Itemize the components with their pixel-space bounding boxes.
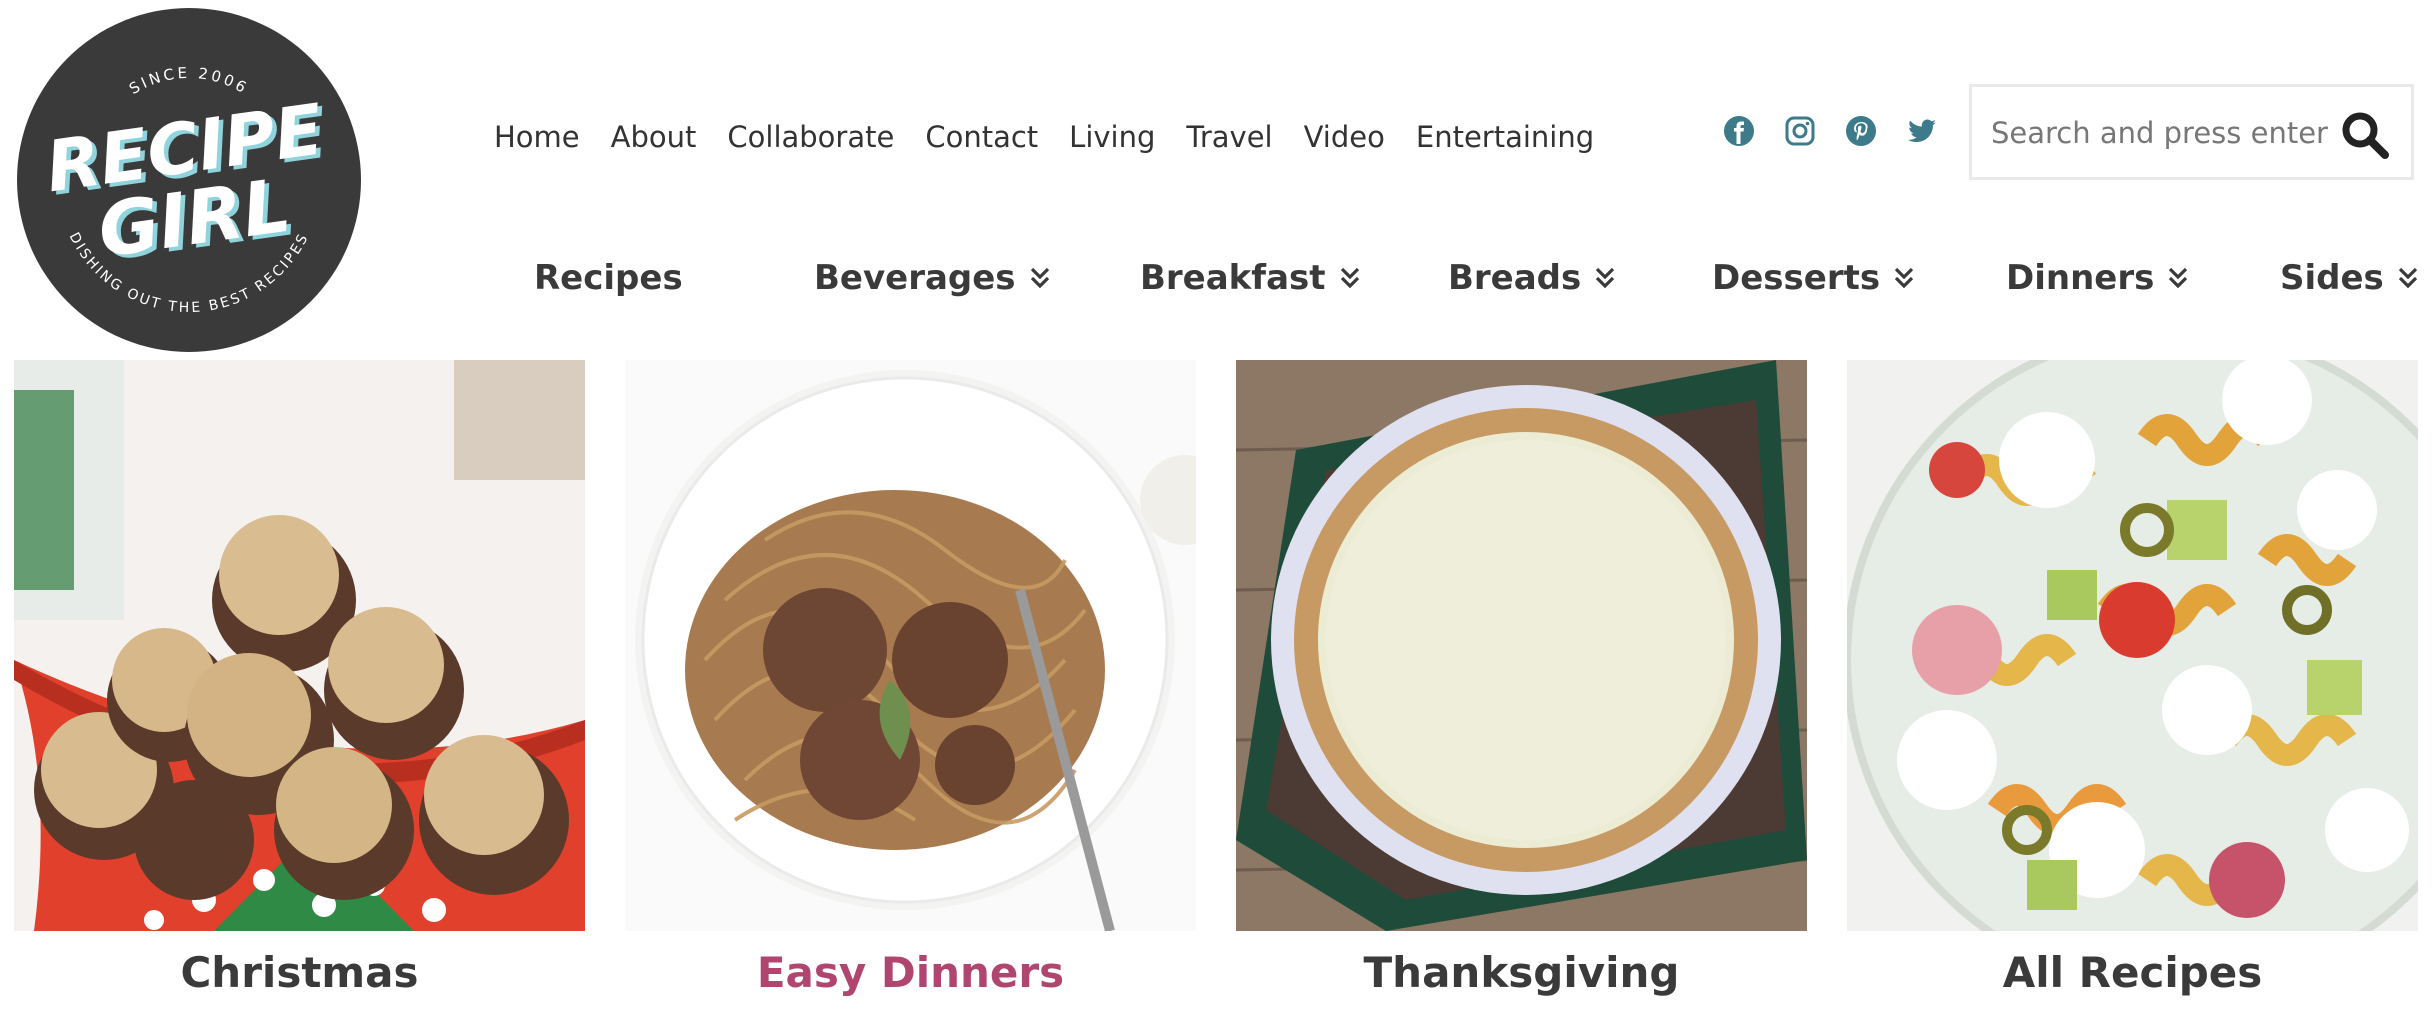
cat-beverages[interactable]: Beverages bbox=[814, 258, 1052, 298]
svg-text:SINCE 2006: SINCE 2006 bbox=[126, 64, 252, 98]
social-links bbox=[1722, 114, 1939, 148]
cat-label: Breads bbox=[1448, 258, 1582, 298]
tile-christmas-image[interactable] bbox=[14, 360, 585, 931]
nav-video[interactable]: Video bbox=[1304, 120, 1385, 154]
cat-dinners[interactable]: Dinners bbox=[2006, 258, 2190, 298]
nav-entertaining[interactable]: Entertaining bbox=[1416, 120, 1594, 154]
nav-living[interactable]: Living bbox=[1069, 120, 1155, 154]
top-nav: Home About Collaborate Contact Living Tr… bbox=[494, 112, 1625, 162]
tile-all-recipes-image[interactable] bbox=[1847, 360, 2418, 931]
cat-recipes[interactable]: Recipes bbox=[534, 258, 683, 298]
search-box bbox=[1969, 84, 2414, 180]
chevron-down-icon bbox=[2169, 267, 2188, 289]
cat-label: Dinners bbox=[2006, 258, 2155, 298]
cat-sides[interactable]: Sides bbox=[2280, 258, 2420, 298]
twitter-icon[interactable] bbox=[1905, 114, 1939, 148]
cat-label: Breakfast bbox=[1140, 258, 1326, 298]
nav-travel[interactable]: Travel bbox=[1186, 120, 1272, 154]
nav-about[interactable]: About bbox=[611, 120, 697, 154]
chevron-down-icon bbox=[1340, 267, 1359, 289]
cat-label: Sides bbox=[2280, 258, 2384, 298]
chevron-down-icon bbox=[1894, 267, 1914, 289]
cat-desserts[interactable]: Desserts bbox=[1712, 258, 1916, 298]
facebook-icon[interactable] bbox=[1722, 114, 1756, 148]
chevron-down-icon bbox=[2398, 267, 2417, 289]
nav-contact[interactable]: Contact bbox=[925, 120, 1038, 154]
search-icon[interactable] bbox=[2339, 109, 2391, 161]
cat-breakfast[interactable]: Breakfast bbox=[1140, 258, 1362, 298]
tile-easy-dinners-image[interactable] bbox=[625, 360, 1196, 931]
logo-graphic: SINCE 2006 DISHING OUT THE BEST RECIPES … bbox=[41, 64, 332, 316]
chevron-down-icon bbox=[1596, 267, 1615, 289]
cat-label: Beverages bbox=[814, 258, 1016, 298]
logo-top-text: SINCE 2006 bbox=[126, 64, 249, 98]
nav-collaborate[interactable]: Collaborate bbox=[727, 120, 894, 154]
tile-all-recipes-caption[interactable]: All Recipes bbox=[1847, 948, 2418, 997]
nav-home[interactable]: Home bbox=[494, 120, 580, 154]
tile-thanksgiving-image[interactable] bbox=[1236, 360, 1807, 931]
search-input[interactable] bbox=[1989, 109, 2333, 157]
cat-label: Recipes bbox=[534, 258, 683, 298]
tile-easy-dinners-caption[interactable]: Easy Dinners bbox=[625, 948, 1196, 997]
cat-label: Desserts bbox=[1712, 258, 1881, 298]
pinterest-icon[interactable] bbox=[1844, 114, 1878, 148]
tile-thanksgiving-caption[interactable]: Thanksgiving bbox=[1236, 948, 1807, 997]
instagram-icon[interactable] bbox=[1783, 114, 1817, 148]
site-logo[interactable]: SINCE 2006 DISHING OUT THE BEST RECIPES … bbox=[17, 8, 361, 352]
cat-breads[interactable]: Breads bbox=[1448, 258, 1617, 298]
chevron-down-icon bbox=[1030, 267, 1049, 289]
tile-christmas-caption[interactable]: Christmas bbox=[14, 948, 585, 997]
